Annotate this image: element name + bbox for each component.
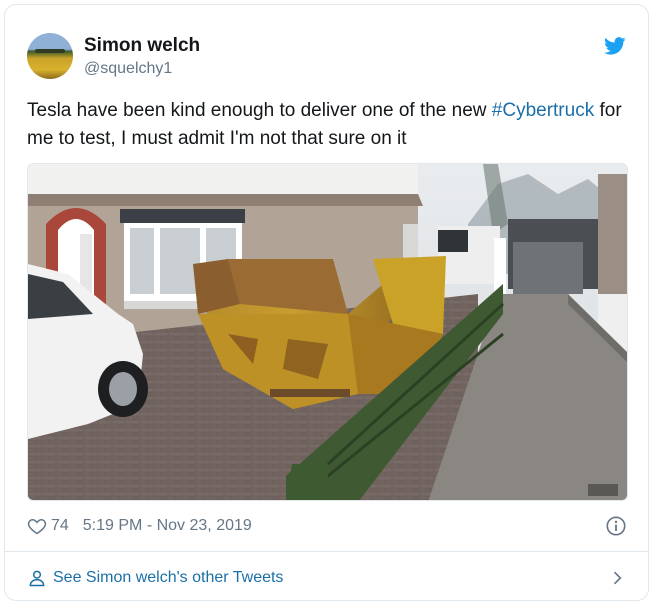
like-count[interactable]: 74 (51, 517, 69, 535)
author-name[interactable]: Simon welch (84, 35, 200, 57)
author-handle[interactable]: @squelchy1 (84, 60, 172, 78)
info-icon[interactable] (605, 515, 627, 537)
timestamp[interactable]: 5:19 PM - Nov 23, 2019 (83, 517, 252, 535)
tweet-meta: 74 5:19 PM - Nov 23, 2019 (27, 515, 252, 537)
tweet-text: Tesla have been kind enough to deliver o… (27, 97, 637, 153)
photo-scene (28, 164, 627, 500)
other-tweets-label[interactable]: See Simon welch's other Tweets (53, 569, 283, 587)
hashtag-link[interactable]: #Cybertruck (492, 100, 594, 121)
other-tweets-link[interactable]: See Simon welch's other Tweets (27, 565, 627, 591)
user-icon (29, 570, 45, 587)
tweet-card[interactable]: Simon welch @squelchy1 Tesla have been k… (4, 4, 649, 601)
heart-icon[interactable] (27, 516, 47, 536)
chevron-right-icon[interactable] (607, 568, 627, 588)
tweet-photo[interactable] (27, 163, 628, 501)
twitter-bird-icon[interactable] (603, 35, 627, 57)
avatar[interactable] (27, 33, 73, 79)
footer-divider (5, 551, 648, 552)
tweet-text-start: Tesla have been kind enough to deliver o… (27, 100, 492, 121)
